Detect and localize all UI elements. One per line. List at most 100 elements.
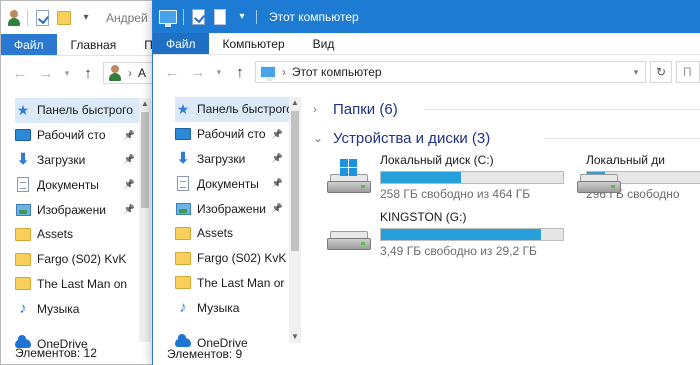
user-folder-icon — [7, 9, 21, 27]
nav-item[interactable]: Рабочий сто 📌 — [175, 122, 289, 147]
nav-item[interactable]: Fargo (S02) KvK — [175, 246, 289, 271]
quick-access-separator — [27, 9, 28, 26]
devices-group-header[interactable]: ⌄ Устройства и диски (3) — [313, 126, 490, 150]
address-dropdown-button[interactable]: ▾ — [627, 67, 645, 78]
this-pc-icon — [259, 66, 276, 81]
nav-item-label: Музыка — [197, 300, 240, 315]
drive-free-space: 3,49 ГБ свободно из 29,2 ГБ — [380, 244, 537, 258]
music-icon-shape: ♪ — [179, 299, 187, 317]
properties-button[interactable] — [34, 9, 50, 27]
drive-name: Локальный диск (C:) — [380, 153, 494, 167]
nav-item-label: Загрузки — [197, 151, 246, 166]
nav-up-button[interactable]: ↑ — [229, 61, 251, 83]
devices-group-label: Устройства и диски (3) — [333, 129, 491, 147]
pictures-icon-shape — [175, 202, 191, 215]
drive-usage-bar — [380, 171, 564, 184]
nav-item[interactable]: ★ Панель быстрого — [15, 98, 141, 123]
back-recent-locations-button[interactable]: ▾ — [61, 68, 73, 79]
front-tab-computer[interactable]: Компьютер — [209, 33, 299, 54]
star-icon-shape: ★ — [176, 101, 190, 118]
back-tab-file[interactable]: Файл — [1, 34, 57, 55]
nav-back-button[interactable]: ← — [161, 61, 183, 83]
drive-body — [327, 238, 371, 250]
drive-d-tile[interactable]: Локальный ди 296 ГБ свободно — [577, 153, 700, 203]
drive-usage-fill — [381, 229, 542, 240]
nav-item[interactable]: ♪ Музыка — [15, 296, 141, 321]
documents-icon — [175, 176, 191, 192]
documents-icon — [15, 177, 31, 193]
front-title-bar: ▾ Этот компьютер — [153, 0, 700, 33]
nav-item[interactable]: Изображени 📌 — [15, 197, 141, 222]
scroll-thumb[interactable] — [291, 111, 299, 251]
nav-item[interactable]: ♪ Музыка — [175, 295, 289, 320]
properties-icon — [191, 8, 205, 25]
nav-item[interactable]: Fargo (S02) KvK — [15, 247, 141, 272]
back-address-text: А — [138, 66, 147, 80]
pictures-icon-shape — [15, 203, 31, 216]
recent-locations-button[interactable]: ▾ — [213, 67, 225, 78]
folder-icon — [175, 275, 191, 291]
front-tab-view[interactable]: Вид — [299, 33, 349, 54]
front-address-bar[interactable]: › Этот компьютер ▾ — [254, 61, 647, 83]
drive-c-tile[interactable]: Локальный диск (C:) 258 ГБ свободно из 4… — [327, 153, 564, 203]
nav-item[interactable]: Рабочий сто 📌 — [15, 123, 141, 148]
nav-item[interactable]: ★ Панель быстрого — [175, 97, 289, 122]
drive-body — [327, 181, 371, 193]
nav-forward-button[interactable]: → — [187, 61, 209, 83]
drive-led — [361, 185, 365, 188]
nav-item[interactable]: Документы 📌 — [15, 172, 141, 197]
pin-icon: 📌 — [123, 204, 135, 215]
folders-group-header[interactable]: › Папки (6) — [313, 97, 398, 121]
desktop-icon-shape — [175, 128, 191, 141]
back-nav-back-button[interactable]: ← — [9, 62, 31, 84]
music-icon-shape: ♪ — [19, 300, 27, 318]
front-nav-scrollbar[interactable]: ▲ ▼ — [289, 97, 301, 343]
nav-item[interactable]: Изображени 📌 — [175, 196, 289, 221]
customize-toolbar-button[interactable]: ▾ — [78, 9, 94, 27]
nav-item-label: Документы — [197, 176, 259, 191]
nav-item-label: Рабочий сто — [37, 128, 106, 143]
search-box[interactable]: П — [676, 61, 700, 83]
drive-usage-bar — [380, 228, 564, 241]
nav-item[interactable]: The Last Man or — [175, 271, 289, 296]
back-nav-up-button[interactable]: ↑ — [77, 62, 99, 84]
customize-toolbar-button[interactable]: ▾ — [234, 8, 250, 26]
drive-g-tile[interactable]: KINGSTON (G:) 3,49 ГБ свободно из 29,2 Г… — [327, 210, 564, 260]
back-tab-home[interactable]: Главная — [57, 34, 131, 55]
back-nav-scrollbar[interactable]: ▲ — [139, 98, 151, 342]
nav-item-label: The Last Man on — [37, 276, 128, 291]
back-nav-forward-button[interactable]: → — [35, 62, 57, 84]
new-page-button[interactable] — [212, 8, 228, 26]
pin-icon: 📌 — [123, 154, 135, 165]
scroll-thumb[interactable] — [141, 112, 149, 208]
nav-item-label: Загрузки — [37, 152, 86, 167]
front-tab-file[interactable]: Файл — [153, 33, 209, 54]
nav-item[interactable]: The Last Man on — [15, 272, 141, 297]
nav-item[interactable]: ⬇ Загрузки 📌 — [175, 147, 289, 172]
search-placeholder: П — [683, 65, 692, 79]
nav-item-label: Изображени — [197, 201, 266, 216]
nav-item[interactable]: Assets — [175, 221, 289, 246]
this-pc-icon — [159, 9, 177, 27]
refresh-button[interactable]: ↻ — [650, 61, 673, 83]
scroll-up-arrow[interactable]: ▲ — [289, 97, 301, 109]
nav-item[interactable]: Документы 📌 — [175, 171, 289, 196]
new-folder-button[interactable] — [56, 9, 72, 27]
pin-icon: 📌 — [271, 203, 283, 214]
scroll-down-arrow[interactable]: ▼ — [289, 331, 301, 343]
front-window-title: Этот компьютер — [269, 9, 359, 24]
scroll-up-arrow[interactable]: ▲ — [139, 98, 151, 110]
nav-item-label: Fargo (S02) KvK — [197, 251, 287, 266]
folder-icon — [15, 276, 31, 292]
user-folder-icon — [108, 64, 122, 82]
nav-item[interactable]: Assets — [15, 222, 141, 247]
nav-item-label: Панель быстрого — [197, 102, 289, 117]
music-icon: ♪ — [15, 301, 31, 317]
properties-button[interactable] — [190, 8, 206, 26]
pin-icon: 📌 — [271, 153, 283, 164]
download-icon: ⬇ — [175, 151, 191, 167]
nav-item[interactable]: ⬇ Загрузки 📌 — [15, 148, 141, 173]
new-folder-icon — [57, 10, 71, 25]
